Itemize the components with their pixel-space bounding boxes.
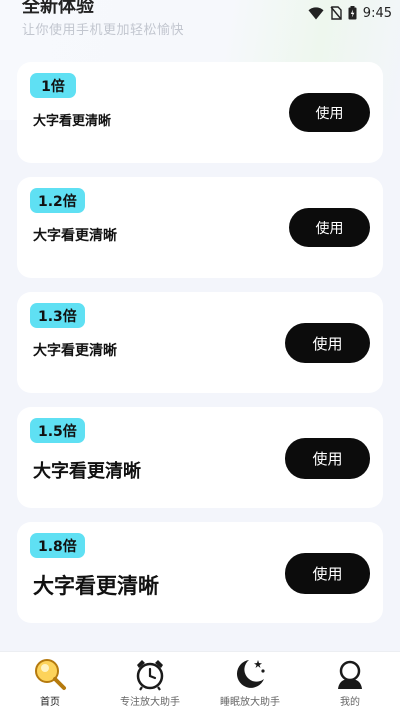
zoom-option-card-1.2x: 1.2倍 大字看更清晰 使用 (17, 177, 383, 278)
use-button-1.3x[interactable]: 使用 (285, 323, 370, 363)
nav-label: 首页 (40, 697, 60, 708)
use-button-1.8x[interactable]: 使用 (285, 553, 370, 594)
nav-label: 专注放大助手 (120, 697, 180, 708)
zoom-level-badge: 1.2倍 (30, 188, 85, 213)
magnifier-icon (32, 656, 68, 692)
page-subtitle: 让你使用手机更加轻松愉快 (22, 23, 185, 38)
nav-tab-sleep[interactable]: 睡眠放大助手 (200, 652, 300, 712)
zoom-preview-text: 大字看更清晰 (33, 461, 141, 482)
zoom-level-badge: 1.5倍 (30, 418, 85, 443)
nav-tab-profile[interactable]: 我的 (300, 652, 400, 712)
zoom-option-list: 1倍 大字看更清晰 使用 1.2倍 大字看更清晰 使用 1.3倍 大字看更清晰 … (17, 62, 383, 637)
alarm-clock-icon (132, 656, 168, 692)
bottom-navigation: 首页 专注放大助手 睡眠放大助手 我的 (0, 651, 400, 712)
page-title: 全新体验 (22, 0, 94, 17)
status-icons: 9:45 (308, 3, 392, 23)
nav-tab-home[interactable]: 首页 (0, 652, 100, 712)
zoom-preview-text: 大字看更清晰 (33, 114, 112, 129)
wifi-icon (308, 6, 324, 20)
zoom-level-badge: 1.3倍 (30, 303, 85, 328)
nav-label: 我的 (340, 697, 360, 708)
zoom-option-card-1x: 1倍 大字看更清晰 使用 (17, 62, 383, 163)
nav-tab-focus[interactable]: 专注放大助手 (100, 652, 200, 712)
zoom-option-card-1.8x: 1.8倍 大字看更清晰 使用 (17, 522, 383, 623)
zoom-preview-text: 大字看更清晰 (33, 228, 117, 244)
zoom-level-badge: 1倍 (30, 73, 76, 98)
zoom-preview-text: 大字看更清晰 (33, 574, 159, 598)
zoom-option-card-1.3x: 1.3倍 大字看更清晰 使用 (17, 292, 383, 393)
zoom-level-badge: 1.8倍 (30, 533, 85, 558)
use-button-1.5x[interactable]: 使用 (285, 438, 370, 479)
no-sim-icon (330, 6, 342, 20)
battery-icon (348, 6, 357, 20)
moon-stars-icon (232, 656, 268, 692)
zoom-preview-text: 大字看更清晰 (33, 343, 117, 359)
zoom-option-card-1.5x: 1.5倍 大字看更清晰 使用 (17, 407, 383, 508)
nav-label: 睡眠放大助手 (220, 697, 280, 708)
use-button-1.2x[interactable]: 使用 (289, 208, 370, 247)
user-icon (332, 656, 368, 692)
status-time: 9:45 (362, 5, 392, 21)
use-button-1x[interactable]: 使用 (289, 93, 370, 132)
